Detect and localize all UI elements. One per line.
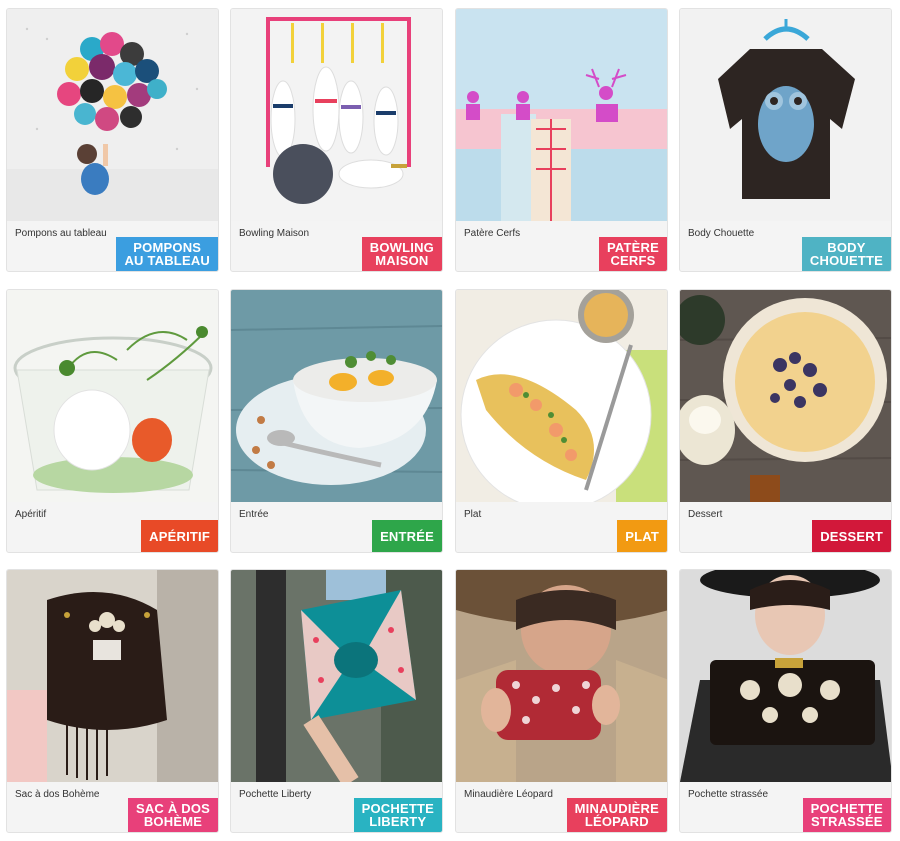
tag-pompons: POMPONS AU TABLEAU [116, 237, 218, 271]
photo-body [680, 9, 891, 221]
card-patere[interactable]: PATÈRE CERFS Patère Cerfs [455, 8, 668, 272]
caption-aperitif: Apéritif [15, 509, 47, 520]
tag-minaudiere: MINAUDIÈRE LÉOPARD [566, 798, 667, 832]
caption-pompons: Pompons au tableau [15, 228, 107, 239]
tag-entree: ENTRÉE [372, 520, 442, 552]
photo-minaudiere [456, 570, 667, 782]
caption-sac: Sac à dos Bohème [15, 789, 100, 800]
photo-dessert [680, 290, 891, 502]
tag-bowling: BOWLING MAISON [361, 237, 442, 271]
card-sac[interactable]: SAC À DOS BOHÈME Sac à dos Bohème [6, 569, 219, 833]
tag-liberty: POCHETTE LIBERTY [353, 798, 442, 832]
card-pompons[interactable]: POMPONS AU TABLEAU Pompons au tableau [6, 8, 219, 272]
card-plat[interactable]: PLAT Plat [455, 289, 668, 553]
caption-body: Body Chouette [688, 228, 755, 239]
caption-entree: Entrée [239, 509, 269, 520]
photo-patere [456, 9, 667, 221]
caption-bowling: Bowling Maison [239, 228, 310, 239]
photo-sac [7, 570, 218, 782]
photo-liberty [231, 570, 442, 782]
card-minaudiere[interactable]: MINAUDIÈRE LÉOPARD Minaudière Léopard [455, 569, 668, 833]
caption-patere: Patère Cerfs [464, 228, 521, 239]
caption-liberty: Pochette Liberty [239, 789, 312, 800]
caption-minaudiere: Minaudière Léopard [464, 789, 553, 800]
photo-bowling [231, 9, 442, 221]
tag-aperitif: APÉRITIF [141, 520, 218, 552]
card-liberty[interactable]: POCHETTE LIBERTY Pochette Liberty [230, 569, 443, 833]
photo-strassee [680, 570, 891, 782]
card-dessert[interactable]: DESSERT Dessert [679, 289, 892, 553]
tag-strassee: POCHETTE STRASSÉE [802, 798, 891, 832]
card-entree[interactable]: ENTRÉE Entrée [230, 289, 443, 553]
tag-patere: PATÈRE CERFS [598, 237, 667, 271]
tag-sac: SAC À DOS BOHÈME [127, 798, 218, 832]
photo-pompons [7, 9, 218, 221]
photo-plat [456, 290, 667, 502]
tag-plat: PLAT [617, 520, 667, 552]
card-aperitif[interactable]: APÉRITIF Apéritif [6, 289, 219, 553]
caption-strassee: Pochette strassée [688, 789, 769, 800]
card-bowling[interactable]: BOWLING MAISON Bowling Maison [230, 8, 443, 272]
tag-body: BODY CHOUETTE [801, 237, 891, 271]
tag-dessert: DESSERT [812, 520, 891, 552]
card-strassee[interactable]: POCHETTE STRASSÉE Pochette strassée [679, 569, 892, 833]
photo-aperitif [7, 290, 218, 502]
caption-plat: Plat [464, 509, 482, 520]
card-body[interactable]: BODY CHOUETTE Body Chouette [679, 8, 892, 272]
caption-dessert: Dessert [688, 509, 723, 520]
photo-entree [231, 290, 442, 502]
